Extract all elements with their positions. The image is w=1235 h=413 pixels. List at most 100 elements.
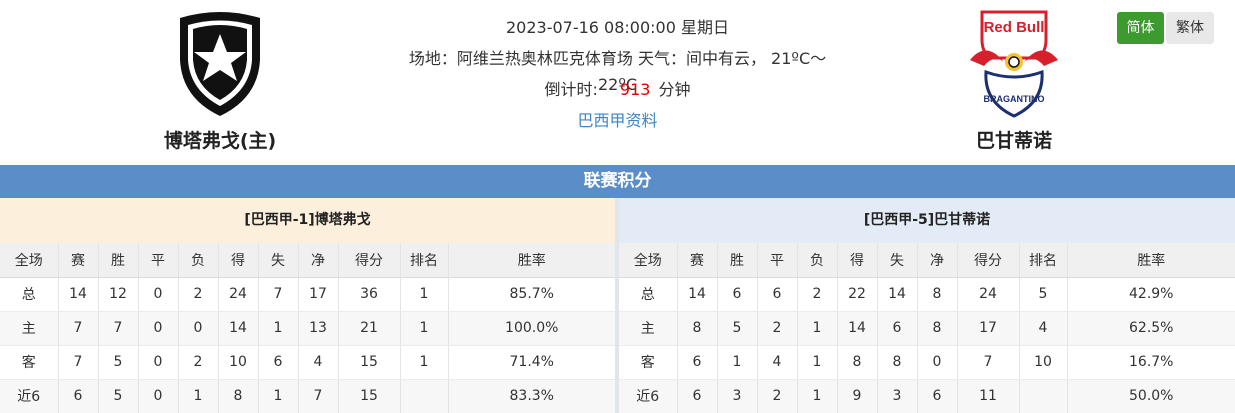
table-cell: 4 — [1018, 311, 1067, 346]
table-cell: 100.0% — [447, 311, 615, 346]
table-cell: 0 — [916, 345, 957, 380]
away-standings-panel: [巴西甲-5]巴甘蒂诺 全场赛胜平负得失净得分 排名 胜率 总 14 6 6 2 22 14 8 2… — [619, 198, 1235, 413]
simplified-chinese-button[interactable]: 简体 — [1117, 12, 1164, 44]
table-cell: 42.9% — [1066, 277, 1235, 312]
table-cell: 1 — [177, 379, 218, 413]
column-header: 平 — [756, 243, 797, 278]
column-header: 净 — [916, 243, 957, 278]
column-header: 赛 — [57, 243, 98, 278]
table-cell: 14 — [217, 311, 258, 346]
traditional-chinese-button[interactable]: 繁体 — [1166, 12, 1214, 44]
table-cell: 0 — [137, 277, 178, 312]
table-cell: 13 — [297, 311, 338, 346]
table-cell: 8 — [836, 345, 877, 380]
table-cell: 7 — [257, 277, 298, 312]
table-cell: 10 — [1018, 345, 1067, 380]
league-info-link[interactable]: 巴西甲资料 — [577, 111, 657, 130]
table-cell: 24 — [956, 277, 1019, 312]
table-cell: 3 — [876, 379, 917, 413]
column-header: 赛 — [676, 243, 717, 278]
table-cell: 7 — [57, 311, 98, 346]
table-cell: 1 — [257, 311, 298, 346]
match-info: 2023-07-16 08:00:00 星期日 场地：阿维兰热奥林匹克体育场 天… — [400, 15, 835, 139]
table-cell: 2 — [756, 311, 797, 346]
table-cell: 6 — [716, 277, 757, 312]
table-cell: 17 — [297, 277, 338, 312]
table-cell: 8 — [916, 311, 957, 346]
table-cell: 0 — [137, 311, 178, 346]
column-header: 排名 — [399, 243, 448, 278]
logo-text-ring: BRAGANTINO — [984, 94, 1045, 104]
match-header: 博塔弗戈(主) 2023-07-16 08:00:00 星期日 场地：阿维兰热奥… — [0, 0, 1235, 163]
row-label: 主 — [0, 311, 58, 346]
table-cell: 50.0% — [1066, 379, 1235, 413]
column-header: 负 — [796, 243, 837, 278]
table-cell: 6 — [676, 345, 717, 380]
table-cell: 2 — [756, 379, 797, 413]
column-header: 得 — [217, 243, 258, 278]
column-header: 排名 — [1018, 243, 1067, 278]
table-cell: 1 — [257, 379, 298, 413]
table-cell: 0 — [177, 311, 218, 346]
redbull-bragantino-icon: Red Bull BRAGANTINO — [970, 10, 1058, 118]
column-header: 负 — [177, 243, 218, 278]
away-team-name: 巴甘蒂诺 — [975, 130, 1052, 152]
column-header: 净 — [297, 243, 338, 278]
table-cell: 2 — [796, 277, 837, 312]
language-switch: 简体 繁体 — [1117, 12, 1214, 44]
home-team-name: 博塔弗戈(主) — [163, 130, 277, 152]
table-cell: 14 — [676, 277, 717, 312]
column-header: 得分 — [337, 243, 400, 278]
table-cell: 6 — [916, 379, 957, 413]
table-cell — [1018, 379, 1067, 413]
column-header: 全场 — [0, 243, 58, 278]
column-header: 失 — [257, 243, 298, 278]
row-label: 客 — [619, 345, 677, 380]
home-team: 博塔弗戈(主) — [120, 0, 320, 153]
table-cell: 1 — [796, 311, 837, 346]
table-cell: 7 — [956, 345, 1019, 380]
table-cell: 1 — [796, 379, 837, 413]
table-cell: 36 — [337, 277, 400, 312]
table-cell: 2 — [177, 277, 218, 312]
table-cell: 0 — [137, 345, 178, 380]
table-cell: 17 — [956, 311, 1019, 346]
match-datetime: 2023-07-16 08:00:00 星期日 — [505, 18, 730, 37]
row-label: 近6 — [619, 379, 677, 413]
table-cell: 9 — [836, 379, 877, 413]
table-cell: 21 — [337, 311, 400, 346]
column-header: 胜率 — [1066, 243, 1235, 278]
table-cell: 5 — [716, 311, 757, 346]
table-cell: 4 — [297, 345, 338, 380]
table-cell: 4 — [756, 345, 797, 380]
table-row: 客 7 5 0 2 10 6 4 15 1 71.4% — [0, 345, 615, 380]
countdown-unit: 分钟 — [658, 80, 691, 99]
column-header: 失 — [876, 243, 917, 278]
table-cell: 1 — [796, 345, 837, 380]
table-cell: 14 — [836, 311, 877, 346]
table-cell: 24 — [217, 277, 258, 312]
home-standings-panel: [巴西甲-1]博塔弗戈 全场赛胜平负得失净得分 排名 胜率 总 14 12 0 2 24 7 17… — [0, 198, 615, 413]
table-cell: 83.3% — [447, 379, 615, 413]
column-header: 胜率 — [447, 243, 615, 278]
column-header: 全场 — [619, 243, 677, 278]
table-cell: 5 — [1018, 277, 1067, 312]
table-row: 主 8 5 2 1 14 6 8 17 4 62.5% — [619, 311, 1235, 346]
table-cell: 16.7% — [1066, 345, 1235, 380]
table-cell: 71.4% — [447, 345, 615, 380]
table-cell: 85.7% — [447, 277, 615, 312]
countdown-label: 倒计时: — [544, 80, 598, 99]
table-row: 总 14 12 0 2 24 7 17 36 1 85.7% — [0, 277, 615, 312]
home-standings-table: 全场赛胜平负得失净得分 排名 胜率 总 14 12 0 2 24 7 17 36 1 85.7% 主 7 7 0… — [0, 243, 615, 413]
table-cell: 15 — [337, 345, 400, 380]
table-cell: 11 — [956, 379, 1019, 413]
table-cell: 1 — [399, 277, 448, 312]
table-row: 主 7 7 0 0 14 1 13 21 1 100.0% — [0, 311, 615, 346]
table-cell: 7 — [297, 379, 338, 413]
table-cell: 14 — [57, 277, 98, 312]
venue-weather: 场地：阿维兰热奥林匹克体育场 天气：间中有云， 21ºC～22ºC — [408, 49, 827, 94]
table-cell: 1 — [716, 345, 757, 380]
table-row: 总 14 6 6 2 22 14 8 24 5 42.9% — [619, 277, 1235, 312]
table-cell: 6 — [876, 311, 917, 346]
table-cell: 0 — [137, 379, 178, 413]
